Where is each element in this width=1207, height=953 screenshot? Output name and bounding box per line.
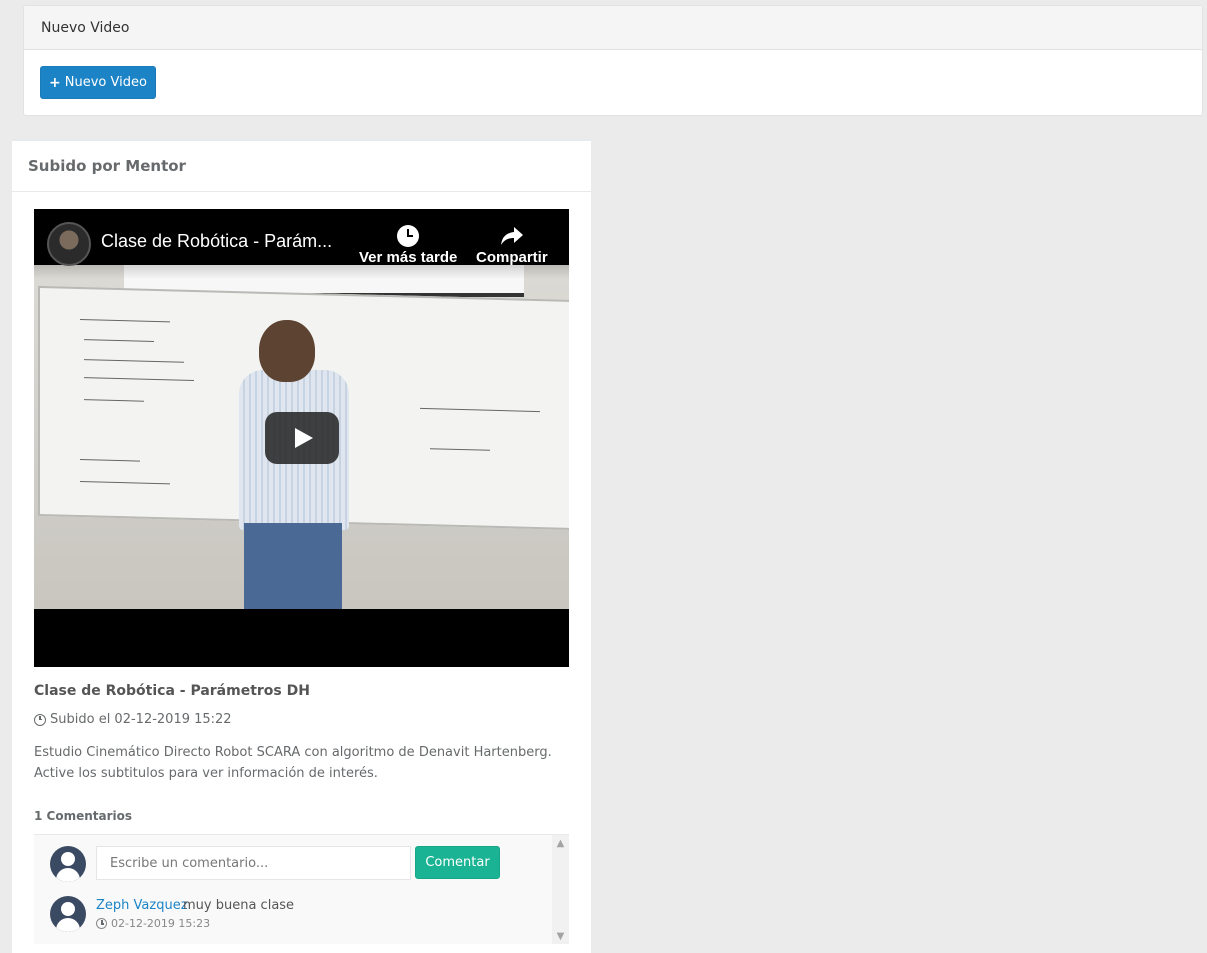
scroll-up-arrow-icon[interactable]: ▲ [552,835,569,852]
clock-icon [397,225,420,247]
share-icon [500,227,523,245]
video-title: Clase de Robótica - Parámetros DH [34,683,310,699]
presenter-jeans [244,523,342,609]
comment-input[interactable] [96,846,411,880]
comments-scrollbar[interactable]: ▲ ▼ [552,835,569,944]
video-description: Estudio Cinemático Directo Robot SCARA c… [34,745,552,781]
play-button[interactable] [265,412,339,464]
comment-date: 02-12-2019 15:23 [96,917,210,930]
comments-section: Comentar Zeph Vazquez muy buena clase 02… [34,834,569,944]
presenter-head [259,320,315,382]
channel-avatar[interactable] [47,222,91,266]
comment-text: muy buena clase [183,898,295,913]
play-icon [295,428,313,448]
watch-later-label: Ver más tarde [359,249,458,266]
scroll-down-arrow-icon[interactable]: ▼ [552,928,569,944]
new-video-button[interactable]: + Nuevo Video [40,66,156,99]
clock-icon [34,713,46,726]
watch-later-button[interactable]: Ver más tarde [359,223,457,266]
clock-icon [96,918,107,929]
share-label: Compartir [476,249,548,266]
comment-date-text: 02-12-2019 15:23 [111,917,211,930]
panel-title: Nuevo Video [24,6,1202,50]
comments-count: 1 Comentarios [34,809,133,823]
avatar [50,846,86,882]
upload-date-text: Subido el 02-12-2019 15:22 [50,712,232,727]
plus-icon: + [49,74,61,91]
video-player[interactable]: Clase de Robótica - Parám... Ver más tar… [34,209,569,667]
share-button[interactable]: Compartir [476,223,548,266]
video-card: Subido por Mentor Clase de Robótica - Pa… [12,139,591,953]
comment-author-link[interactable]: Zeph Vazquez [96,898,188,913]
new-video-button-label: Nuevo Video [64,75,147,90]
comment-button[interactable]: Comentar [415,846,500,879]
card-header: Subido por Mentor [12,141,591,192]
new-video-panel: Nuevo Video + Nuevo Video [23,5,1203,116]
player-title[interactable]: Clase de Robótica - Parám... [101,231,332,252]
avatar [50,896,86,932]
upload-date: Subido el 02-12-2019 15:22 [34,712,232,727]
